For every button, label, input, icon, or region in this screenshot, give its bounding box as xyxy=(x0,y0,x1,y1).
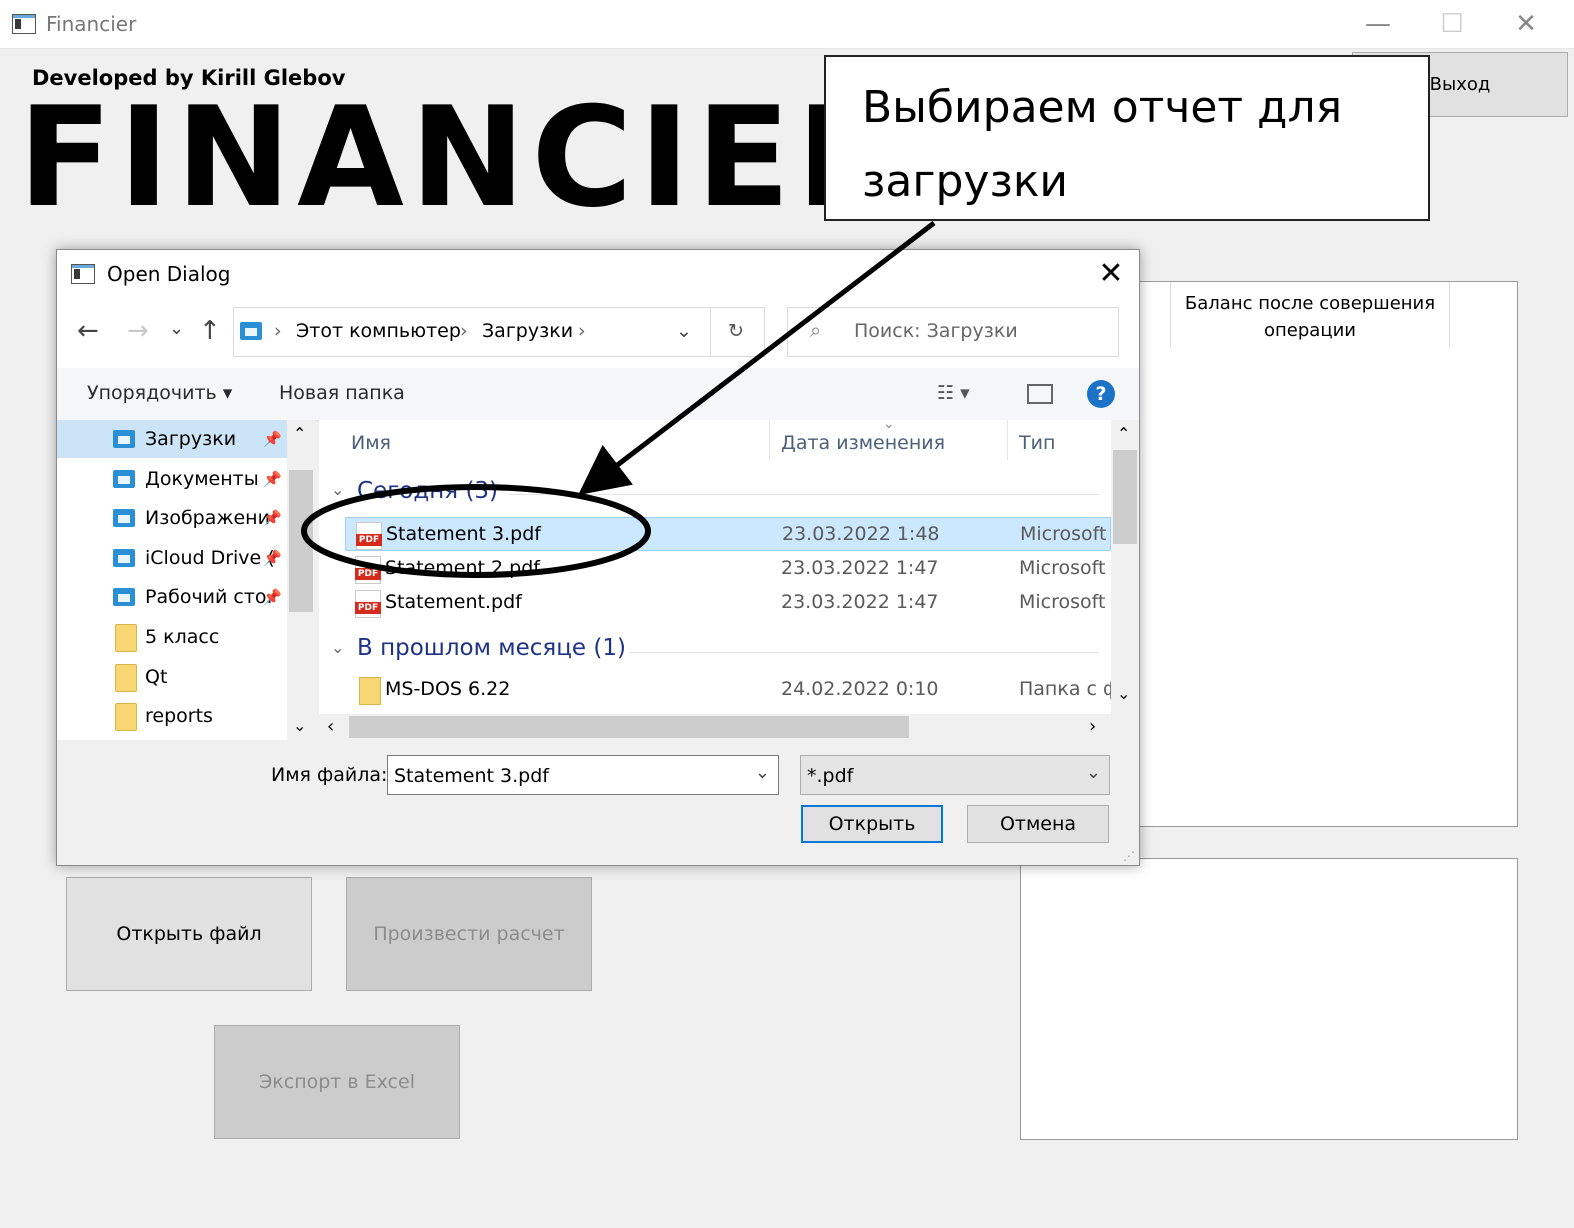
annotation-overlay xyxy=(301,221,936,578)
annotation-arrow xyxy=(578,221,936,496)
annotation-ellipse xyxy=(301,484,651,578)
